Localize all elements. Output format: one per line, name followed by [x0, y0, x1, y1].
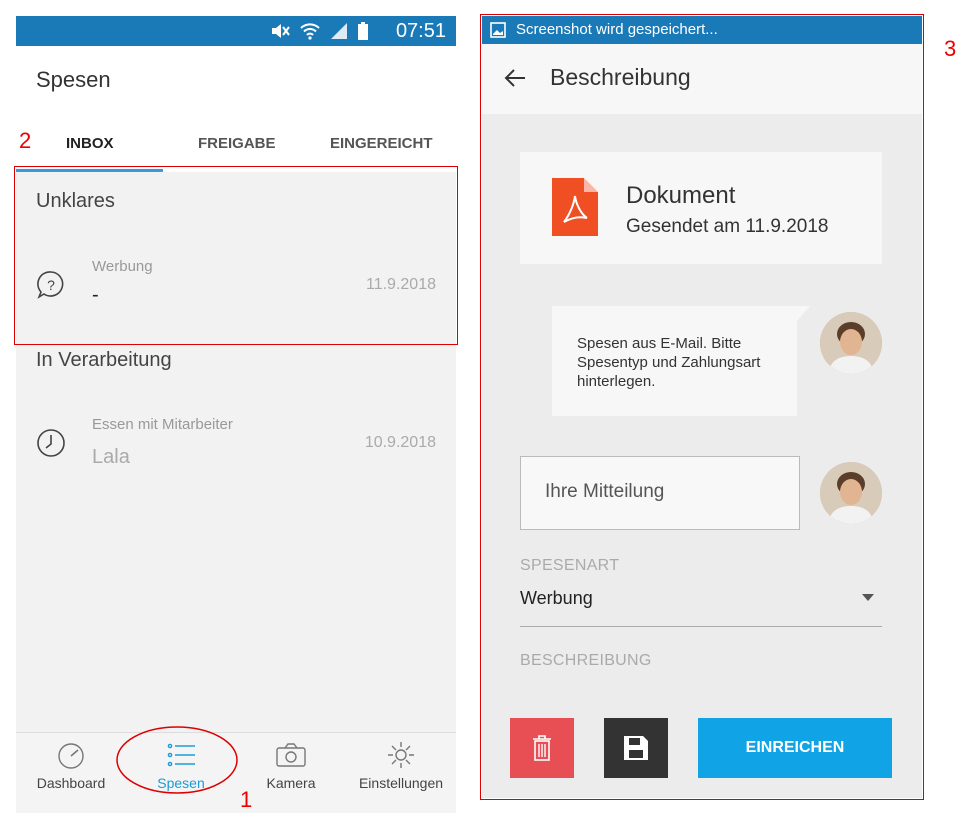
signal-icon — [331, 23, 347, 39]
clock-icon — [37, 429, 65, 457]
gear-icon — [388, 742, 414, 768]
battery-icon — [358, 22, 368, 40]
tab-eingereicht[interactable]: EINGEREICHT — [330, 135, 433, 152]
annotation-label: 3 — [944, 36, 957, 61]
annotation-box — [480, 14, 924, 800]
speedometer-icon — [58, 743, 84, 769]
wifi-icon — [300, 23, 320, 40]
nav-label: Einstellungen — [358, 775, 444, 791]
app-title: Spesen — [36, 67, 111, 92]
section-heading-in-verarbeitung: In Verarbeitung — [36, 349, 172, 371]
annotation-ellipse — [116, 726, 238, 794]
nav-label: Dashboard — [36, 775, 106, 791]
tab-inbox[interactable]: INBOX — [66, 135, 114, 152]
item-value: Lala — [92, 446, 130, 468]
camera-icon — [276, 743, 306, 767]
status-icons — [270, 22, 368, 40]
nav-kamera[interactable]: Kamera — [236, 741, 346, 791]
nav-dashboard[interactable]: Dashboard — [16, 741, 126, 791]
clock-time: 07:51 — [395, 20, 446, 42]
mute-icon — [272, 24, 290, 38]
item-category: Essen mit Mitarbeiter — [92, 416, 233, 433]
status-bar: 07:51 — [16, 16, 456, 46]
list-item[interactable]: Essen mit Mitarbeiter Lala 10.9.2018 — [16, 400, 456, 490]
item-date: 10.9.2018 — [364, 434, 436, 451]
annotation-box — [14, 166, 458, 345]
tab-freigabe[interactable]: FREIGABE — [198, 135, 276, 152]
annotation-label: 2 — [19, 128, 32, 153]
nav-label: Kamera — [266, 775, 316, 791]
annotation-label: 1 — [240, 787, 253, 812]
nav-einstellungen[interactable]: Einstellungen — [346, 741, 456, 791]
